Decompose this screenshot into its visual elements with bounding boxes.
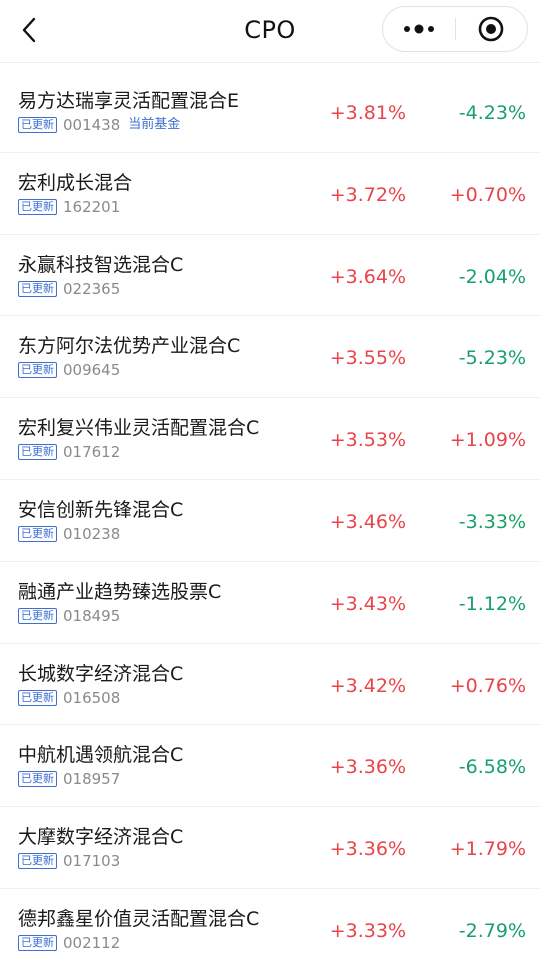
fund-code: 018957 [63,770,121,789]
fund-code: 010238 [63,524,121,543]
fund-row[interactable]: 融通产业趋势臻选股票C 已更新 018495 +3.43% -1.12% [0,562,540,644]
fund-name: 宏利复兴伟业灵活配置混合C [18,417,260,440]
change-value-1: +3.36% [329,756,406,779]
fund-row[interactable]: 大摩数字经济混合C 已更新 017103 +3.36% +1.79% [0,807,540,889]
target-circle-icon [478,16,504,42]
updated-badge: 已更新 [18,853,57,870]
updated-badge: 已更新 [18,934,57,951]
updated-badge: 已更新 [18,607,57,624]
change-value-2: +1.79% [449,838,526,861]
change-value-1: +3.43% [329,592,406,615]
fund-meta: 已更新 018957 [18,770,120,788]
change-value-2: -4.23% [458,102,526,124]
fund-code: 162201 [63,197,121,216]
fund-row[interactable]: 德邦鑫星价值灵活配置混合C 已更新 002112 +3.33% -2.79% [0,889,540,964]
change-value-2: -2.04% [458,265,526,288]
fund-row[interactable]: 安信创新先锋混合C 已更新 010238 +3.46% -3.33% [0,480,540,562]
current-fund-tag: 当前基金 [128,117,181,132]
fund-meta: 已更新 018495 [18,607,120,625]
fund-code: 017612 [63,443,121,462]
fund-list: 易方达瑞享灵活配置混合E 已更新 001438 当前基金 +3.81% -4.2… [0,71,540,964]
fund-code: 018495 [63,606,121,625]
fund-name: 融通产业趋势臻选股票C [18,580,222,603]
fund-meta: 已更新 162201 [18,198,120,216]
updated-badge: 已更新 [18,771,57,788]
change-value-1: +3.81% [329,102,406,124]
fund-name: 易方达瑞享灵活配置混合E [18,90,240,112]
fund-meta: 已更新 002112 [18,934,120,952]
updated-badge: 已更新 [18,689,57,706]
fund-code: 017103 [63,852,121,871]
change-value-1: +3.53% [329,429,406,452]
fund-name: 中航机遇领航混合C [18,744,184,767]
updated-badge: 已更新 [18,525,57,542]
updated-badge: 已更新 [18,198,57,215]
fund-meta: 已更新 017103 [18,852,120,870]
page: CPO 易方达瑞享灵活配置混合E 已更新 001438 当前基金 +3.81% … [0,0,540,964]
fund-meta: 已更新 009645 [18,361,120,379]
mini-program-capsule [382,6,528,52]
updated-badge: 已更新 [18,362,57,379]
change-value-2: -5.23% [458,347,526,370]
fund-code: 009645 [63,361,121,380]
fund-name: 大摩数字经济混合C [18,826,184,849]
more-dots-icon [403,24,434,34]
fund-row[interactable]: 中航机遇领航混合C 已更新 018957 +3.36% -6.58% [0,725,540,808]
fund-row[interactable]: 东方阿尔法优势产业混合C 已更新 009645 +3.55% -5.23% [0,316,540,399]
fund-code: 002112 [63,933,121,952]
fund-row[interactable]: 宏利成长混合 已更新 162201 +3.72% +0.70% [0,153,540,235]
fund-name: 德邦鑫星价值灵活配置混合C [18,907,260,930]
fund-name: 安信创新先锋混合C [18,498,184,521]
change-value-2: +1.09% [449,429,526,452]
change-value-1: +3.36% [329,838,406,861]
fund-name: 永赢科技智选混合C [18,253,184,276]
nav-bar: CPO [0,0,540,63]
fund-row[interactable]: 易方达瑞享灵活配置混合E 已更新 001438 当前基金 +3.81% -4.2… [0,71,540,153]
fund-name: 东方阿尔法优势产业混合C [18,335,241,358]
change-value-1: +3.64% [329,265,406,288]
fund-code: 022365 [63,279,121,298]
fund-row[interactable]: 长城数字经济混合C 已更新 016508 +3.42% +0.76% [0,644,540,726]
change-value-2: +0.70% [449,183,526,206]
updated-badge: 已更新 [18,444,57,461]
fund-meta: 已更新 016508 [18,689,120,707]
updated-badge: 已更新 [18,280,57,297]
change-value-2: -3.33% [458,510,526,533]
updated-badge: 已更新 [18,117,57,133]
change-value-1: +3.33% [329,919,406,942]
more-button[interactable] [383,7,455,51]
fund-meta: 已更新 010238 [18,525,120,543]
fund-code: 001438 [63,116,121,134]
fund-meta: 已更新 001438 当前基金 [18,116,180,134]
close-button[interactable] [456,7,528,51]
change-value-2: -6.58% [458,756,526,779]
fund-meta: 已更新 022365 [18,280,120,298]
change-value-2: +0.76% [449,674,526,697]
change-value-1: +3.55% [329,347,406,370]
fund-meta: 已更新 017612 [18,443,120,461]
fund-name: 宏利成长混合 [18,171,133,194]
fund-row[interactable]: 永赢科技智选混合C 已更新 022365 +3.64% -2.04% [0,235,540,317]
change-value-2: -2.79% [458,919,526,942]
change-value-1: +3.46% [329,510,406,533]
fund-row[interactable]: 宏利复兴伟业灵活配置混合C 已更新 017612 +3.53% +1.09% [0,398,540,480]
change-value-2: -1.12% [458,592,526,615]
change-value-1: +3.72% [329,183,406,206]
change-value-1: +3.42% [329,674,406,697]
fund-code: 016508 [63,688,121,707]
fund-name: 长城数字经济混合C [18,662,184,685]
